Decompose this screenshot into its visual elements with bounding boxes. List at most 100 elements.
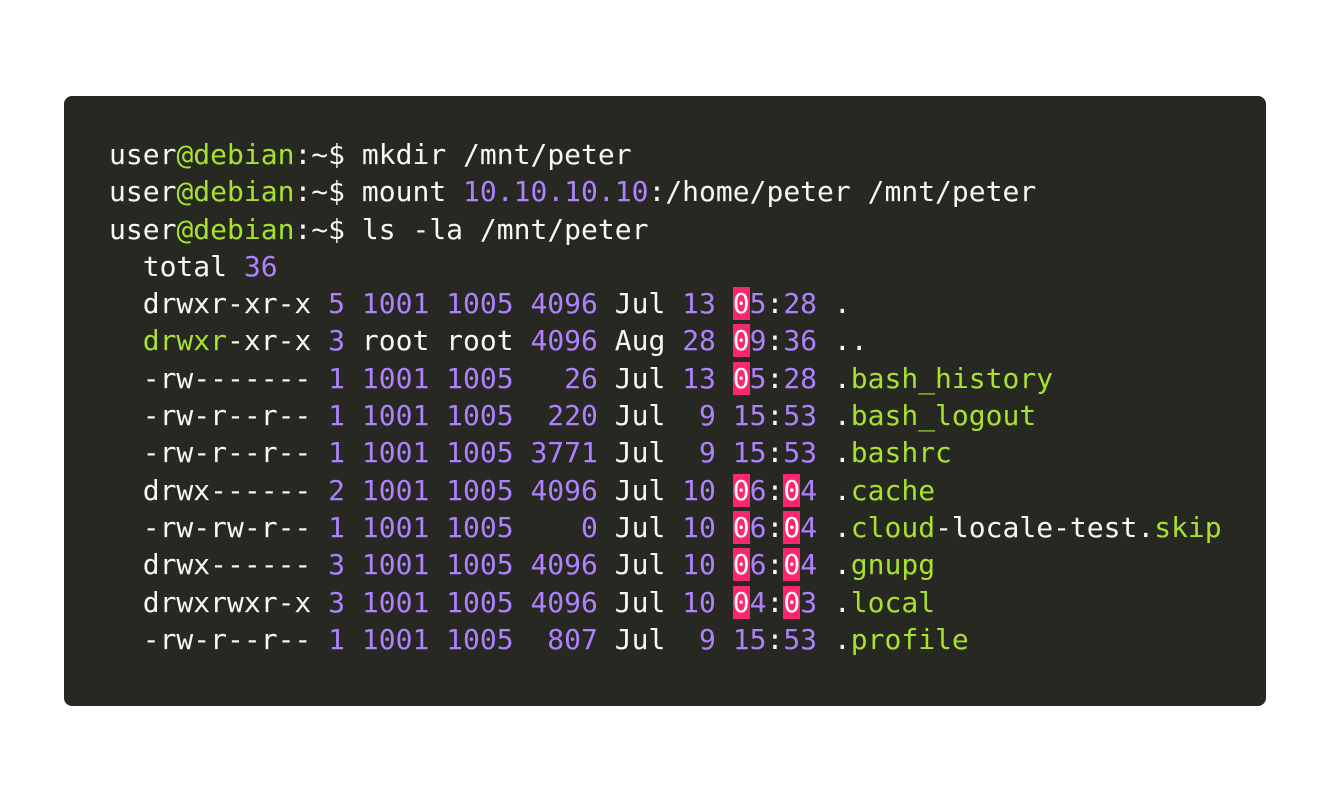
text-segment: 4 [800,510,818,544]
text-segment: @debian [176,175,295,209]
text-segment: :~$ mount [294,175,464,209]
text-segment: 4 [800,473,818,507]
text-segment: 4 [749,585,767,619]
text-segment: 3 1001 1005 4096 [328,548,598,582]
text-segment: 36 [243,249,278,283]
text-segment: Jul [597,585,683,619]
output-line: drwx------ 2 1001 1005 4096 Jul 10 06:04… [109,472,1222,509]
text-segment: @debian [176,138,295,171]
text-segment: 5 [749,287,767,321]
text-segment: 28 [783,361,818,395]
text-segment: Jul [597,548,683,582]
text-segment: : [766,399,784,433]
text-segment: @debian [176,212,295,246]
text-segment: 53 [783,436,818,470]
output-line: -rw-r--r-- 1 1001 1005 807 Jul 9 15:53 .… [109,621,1222,658]
terminal-output: user@debian:~$ mkdir /mnt/peter user@debi… [109,136,1222,658]
text-segment: : [766,510,784,544]
text-segment: 53 [783,399,818,433]
text-segment: 9 15 [699,436,767,470]
text-segment: 4096 [530,324,598,358]
output-line: -rw-r--r-- 1 1001 1005 220 Jul 9 15:53 .… [109,397,1222,434]
text-segment: 0 [732,585,750,619]
text-segment: -rw-r--r-- [109,622,329,656]
text-segment: 1 1001 1005 0 [328,510,598,544]
text-segment: 0 [783,473,801,507]
text-segment: 10 [682,585,733,619]
text-segment: . [817,510,851,544]
text-segment: drwxrwxr-x [109,585,329,619]
output-line: -rw-rw-r-- 1 1001 1005 0 Jul 10 06:04 .c… [109,509,1222,546]
text-segment: Jul [597,399,700,433]
text-segment: . [817,287,851,321]
text-segment: bash_history [850,361,1054,395]
text-segment: 53 [783,622,818,656]
text-segment: . [817,473,851,507]
text-segment: . [817,622,851,656]
text-segment: bash_logout [850,399,1037,433]
text-segment: cloud [850,510,936,544]
text-segment: local [850,585,936,619]
output-line: -rw------- 1 1001 1005 26 Jul 13 05:28 .… [109,360,1222,397]
text-segment: 13 [682,361,733,395]
text-segment: user [109,175,177,209]
text-segment: gnupg [850,548,936,582]
text-segment: Jul [597,473,683,507]
text-segment: Jul [597,436,700,470]
text-segment: -rw-rw-r-- [109,510,329,544]
text-segment: drwxr-xr-x [109,287,329,321]
text-segment: 10 [682,473,733,507]
text-segment: -xr-x [227,324,329,358]
text-segment: total [109,249,244,283]
output-line: drwxr-xr-x 5 1001 1005 4096 Jul 13 05:28… [109,285,1222,322]
text-segment: 0 [783,548,801,582]
terminal-window: user@debian:~$ mkdir /mnt/peter user@debi… [64,96,1266,706]
text-segment: user [109,138,177,171]
text-segment: . [817,361,851,395]
text-segment: Aug [597,324,683,358]
text-segment: 36 [783,324,818,358]
text-segment: drwx------ [109,473,329,507]
text-segment: . [817,585,851,619]
text-segment: : [766,473,784,507]
text-segment: 10 [682,510,733,544]
text-segment: 10.10.10.10 [463,175,649,209]
text-segment: 0 [732,361,750,395]
text-segment: Jul [597,510,683,544]
text-segment: :~$ ls -la /mnt/peter [294,212,649,246]
text-segment: : [766,622,784,656]
output-line: drwxrwxr-x 3 1001 1005 4096 Jul 10 04:03… [109,584,1222,621]
text-segment: 10 [682,548,733,582]
text-segment: 0 [732,473,750,507]
text-segment [109,324,143,357]
text-segment: Jul [597,287,683,321]
text-segment: root root [345,324,531,358]
text-segment: 6 [749,548,767,582]
text-segment: 0 [783,510,801,544]
text-segment: 9 15 [699,399,767,433]
text-segment: -locale-test. [935,510,1155,544]
text-segment: .. [817,324,868,358]
text-segment: : [766,324,784,358]
text-segment: . [817,436,851,470]
text-segment: 0 [732,324,750,358]
text-segment: bashrc [850,436,952,470]
text-segment: 28 [783,287,818,321]
text-segment: 9 15 [699,622,767,656]
text-segment: 0 [732,548,750,582]
text-segment: Jul [597,361,683,395]
text-segment: :~$ mkdir /mnt/peter [294,138,632,171]
text-segment: 9 [749,324,767,358]
text-segment: 0 [783,585,801,619]
command-line: user@debian:~$ ls -la /mnt/peter [109,211,1222,248]
text-segment: . [817,399,851,433]
command-line: user@debian:~$ mkdir /mnt/peter [109,136,1222,173]
text-segment: 5 [749,361,767,395]
text-segment: 6 [749,510,767,544]
text-segment: 2 1001 1005 4096 [328,473,598,507]
text-segment: user [109,212,177,246]
text-segment: 6 [749,473,767,507]
text-segment: 1 1001 1005 26 [328,361,598,395]
text-segment: 5 1001 1005 4096 [328,287,598,321]
output-line: total 36 [109,248,1222,285]
